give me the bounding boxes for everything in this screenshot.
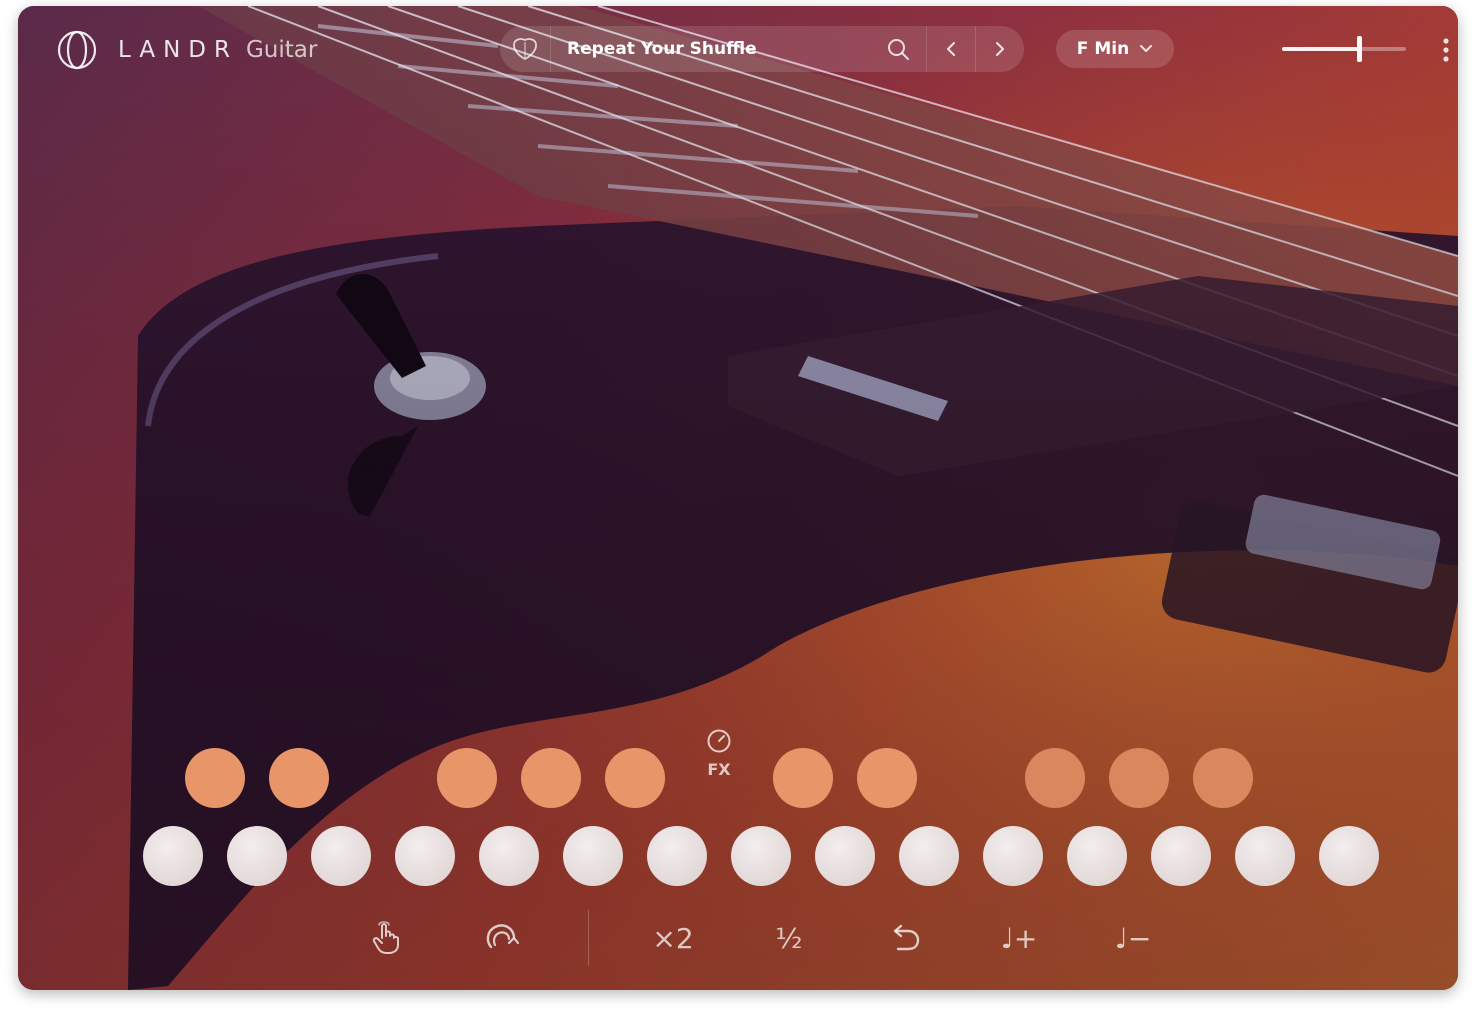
pad-top-6[interactable] [773,748,833,808]
chevron-right-icon [996,42,1004,56]
search-icon [888,39,909,60]
half-speed-label: ½ [775,921,803,955]
pad-top-9[interactable] [1109,748,1169,808]
pad-top-2[interactable] [269,748,329,808]
heart-shield-icon [513,38,537,61]
product-name: Guitar [245,37,318,63]
strum-button[interactable] [360,916,414,960]
pad-bottom-7[interactable] [647,826,707,886]
pad-top-8[interactable] [1025,748,1085,808]
brand-name: LANDR [118,37,238,63]
pad-bottom-15[interactable] [1319,826,1379,886]
pad-bottom-3[interactable] [311,826,371,886]
hand-tap-icon [372,921,399,954]
double-speed-button[interactable]: ×2 [646,916,700,960]
previous-preset-button[interactable] [926,26,975,72]
toolbar-divider [588,910,589,966]
pad-top-5[interactable] [605,748,665,808]
more-vertical-icon [1443,38,1449,62]
pad-top-4[interactable] [521,748,581,808]
pad-bottom-8[interactable] [731,826,791,886]
landr-logo-icon [57,30,97,70]
note-length-increase-button[interactable]: ♩+ [992,916,1046,960]
pad-bottom-1[interactable] [143,826,203,886]
volume-thumb[interactable] [1357,36,1362,62]
preset-name[interactable]: Repeat Your Shuffle [551,39,870,59]
knob-icon [707,729,731,753]
undo-icon [893,924,920,951]
note-plus-label: ♩+ [1000,921,1038,955]
app-logo: LANDR Guitar [54,30,317,70]
pad-bottom-10[interactable] [899,826,959,886]
pad-top-3[interactable] [437,748,497,808]
pad-top-1[interactable] [185,748,245,808]
pad-bottom-14[interactable] [1235,826,1295,886]
volume-fill [1282,47,1359,51]
fx-label: FX [707,760,731,779]
fx-button[interactable]: FX [704,728,734,784]
pad-bottom-12[interactable] [1067,826,1127,886]
pad-top-7[interactable] [857,748,917,808]
volume-slider[interactable] [1280,32,1408,66]
half-speed-button[interactable]: ½ [762,916,816,960]
key-value: F Min [1076,39,1130,59]
undo-button[interactable] [878,916,932,960]
chevron-down-icon [1140,45,1153,52]
pad-bottom-4[interactable] [395,826,455,886]
pad-top-10[interactable] [1193,748,1253,808]
chevron-left-icon [947,42,955,56]
note-minus-label: ♩− [1114,921,1152,955]
pad-bottom-11[interactable] [983,826,1043,886]
key-selector[interactable]: F Min [1056,30,1174,68]
pad-bottom-9[interactable] [815,826,875,886]
rotate-icon [486,924,519,949]
search-button[interactable] [870,26,926,72]
next-preset-button[interactable] [975,26,1024,72]
loop-button[interactable] [474,916,528,960]
pad-bottom-6[interactable] [563,826,623,886]
pad-bottom-2[interactable] [227,826,287,886]
favorite-button[interactable] [500,26,551,72]
app-window: LANDR Guitar Repeat Your Shuffle F Min F… [18,6,1458,990]
double-speed-label: ×2 [652,921,694,955]
pad-bottom-13[interactable] [1151,826,1211,886]
note-length-decrease-button[interactable]: ♩− [1106,916,1160,960]
more-menu-button[interactable] [1438,34,1454,66]
pad-bottom-5[interactable] [479,826,539,886]
preset-browser: Repeat Your Shuffle [500,26,1024,72]
